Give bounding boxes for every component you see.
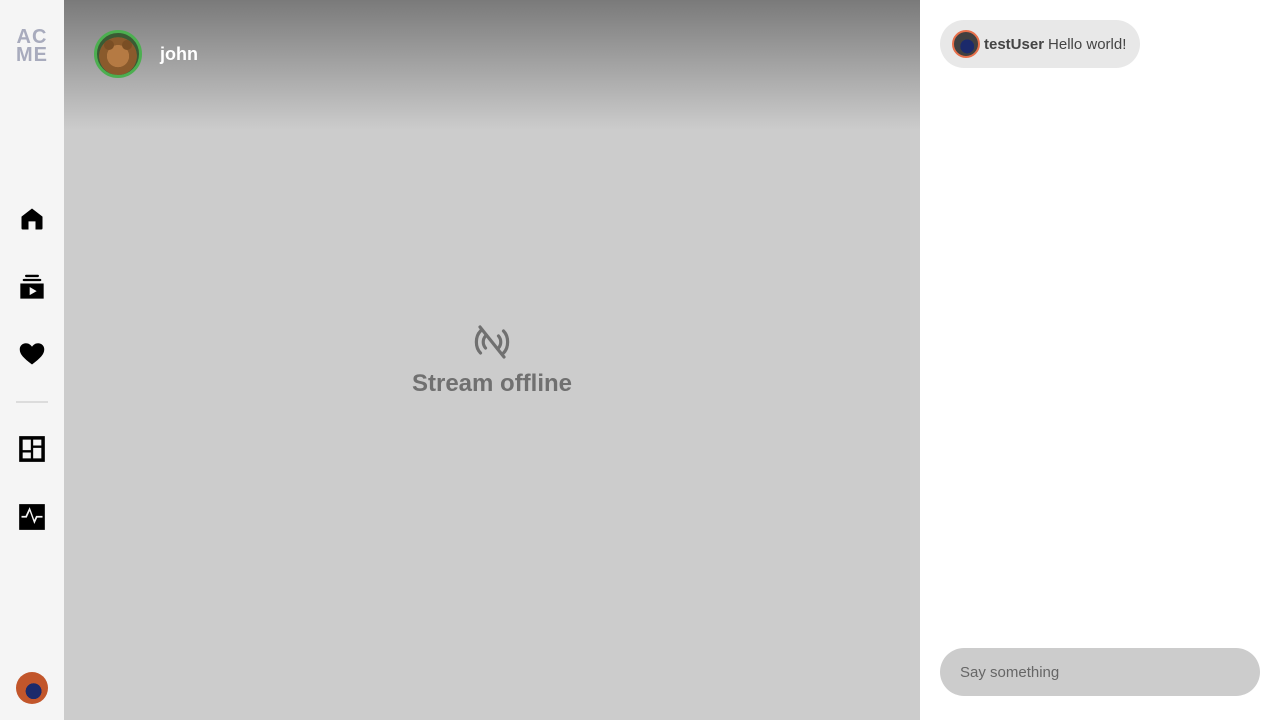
chat-message: testUser Hello world! — [940, 20, 1141, 68]
user-avatar[interactable] — [16, 672, 48, 704]
stream-offline-text: Stream offline — [411, 370, 573, 397]
video-library-icon — [20, 274, 44, 299]
sidebar-item-favorites[interactable] — [16, 338, 48, 370]
sidebar: AC ME — [0, 0, 64, 720]
streamer-name[interactable]: john — [160, 44, 198, 65]
broadcast-off-icon — [474, 325, 510, 359]
heart-icon — [19, 343, 45, 365]
chat-input[interactable] — [940, 648, 1260, 696]
chat-user-avatar[interactable] — [952, 30, 980, 58]
home-icon — [21, 208, 43, 230]
sidebar-item-subscriptions[interactable] — [16, 271, 48, 303]
chat-message-text: Hello world! — [1048, 35, 1127, 53]
stream-player: john Stream offline — [64, 0, 920, 720]
streamer-avatar[interactable] — [94, 30, 142, 78]
dashboard-icon — [19, 436, 45, 462]
pulse-icon — [19, 504, 45, 530]
chat-panel: testUser Hello world! — [920, 0, 1280, 720]
sidebar-divider — [16, 401, 48, 403]
sidebar-item-analytics[interactable] — [16, 501, 48, 533]
chat-username[interactable]: testUser — [984, 36, 1044, 53]
app-root: AC ME john Stream offline testUser Hello… — [0, 0, 1280, 720]
acme-logo[interactable]: AC ME — [16, 27, 48, 66]
sidebar-item-home[interactable] — [16, 203, 48, 235]
sidebar-item-dashboard[interactable] — [16, 433, 48, 465]
logo-line-2: ME — [16, 44, 48, 66]
stream-offline-notice: Stream offline — [64, 322, 920, 398]
streamer-info: john — [94, 30, 198, 78]
